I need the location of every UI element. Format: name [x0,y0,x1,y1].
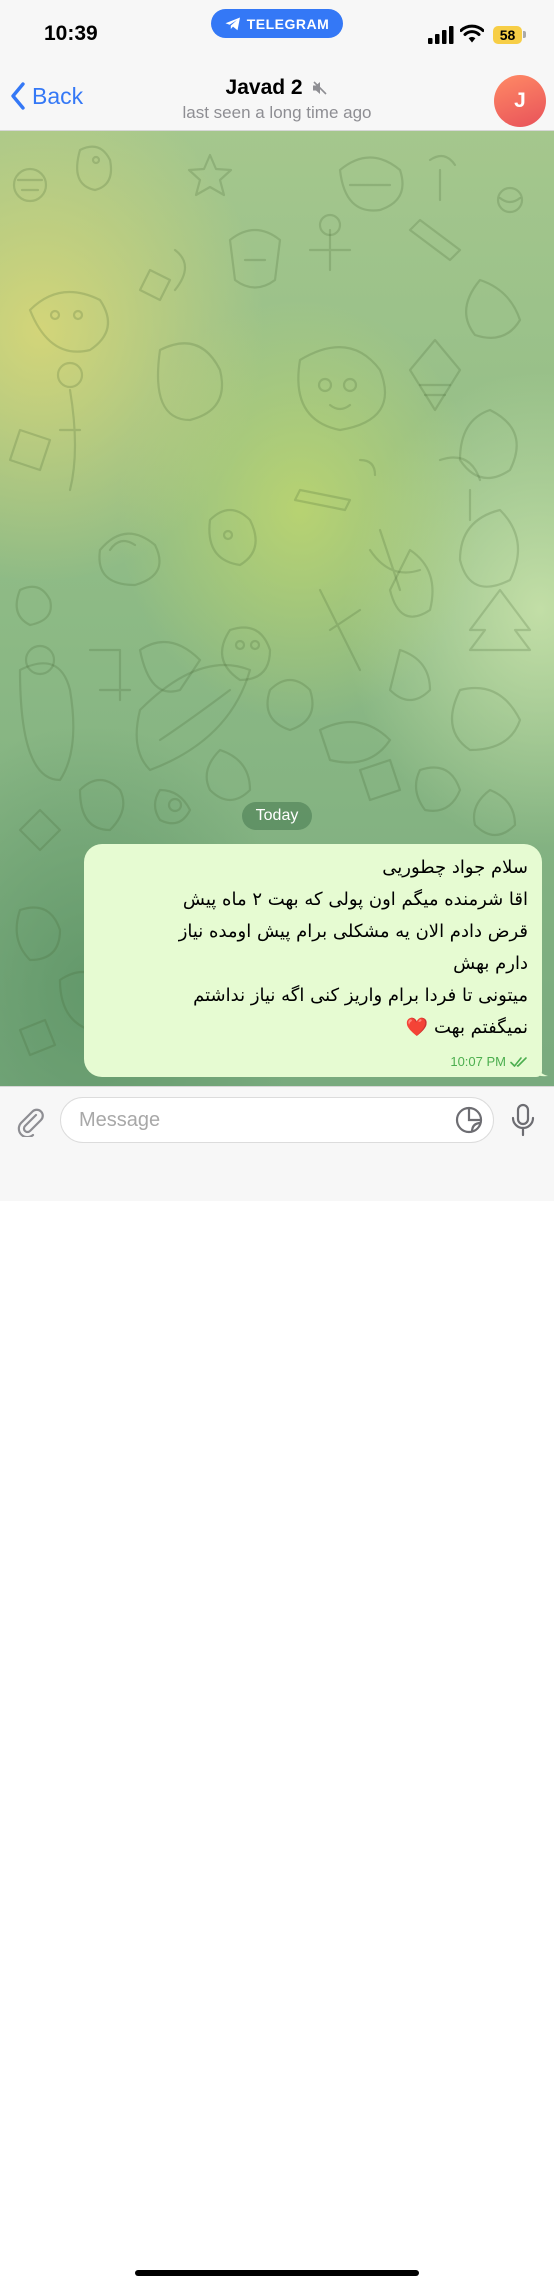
cellular-signal-icon [428,26,454,44]
message-time: 10:07 PM [450,1054,506,1069]
battery-tip [523,31,526,38]
double-check-icon [510,1056,527,1067]
battery-indicator: 58 [493,26,522,44]
avatar[interactable]: J [494,75,546,127]
telegram-pill[interactable]: TELEGRAM [211,9,343,38]
message-input[interactable]: Message [60,1097,494,1143]
paperclip-icon[interactable] [14,1105,46,1137]
message-line: اقا شرمنده میگم اون پولی که بهت ۲ ماه پی… [182,889,528,910]
muted-speaker-icon [313,81,328,96]
chat-header: Back Javad 2 last seen a long time ago J [0,68,554,131]
message-line: میتونی تا فردا برام واریز کنی اگه نیاز ن… [193,985,528,1006]
composer-bar: Message [0,1086,554,2276]
message-line: قرض دادم الان یه مشکلی برام پیش اومده نی… [178,921,528,942]
home-indicator[interactable] [135,2270,419,2276]
telegram-pill-label: TELEGRAM [246,15,330,32]
wifi-icon [460,24,484,43]
message-bubble[interactable]: سلام جواد چطوریی اقا شرمنده میگم اون پول… [84,844,542,1077]
contact-name: Javad 2 [225,76,303,99]
message-line: نمیگفتم بهت ❤️ [405,1017,528,1038]
message-line: دارم بهش [453,953,528,974]
sticker-icon[interactable] [455,1106,483,1134]
bubble-tail [534,1059,548,1077]
status-bar: 10:39 TELEGRAM 58 [0,0,554,68]
date-separator: Today [242,802,312,830]
chat-title[interactable]: Javad 2 [0,76,554,100]
status-time: 10:39 [44,22,98,45]
telegram-plane-icon [225,17,240,30]
microphone-icon[interactable] [510,1103,536,1137]
message-line: سلام جواد چطوریی [382,857,528,878]
chat-area[interactable]: Today سلام جواد چطوریی اقا شرمنده میگم ا… [0,130,554,1086]
last-seen-status: last seen a long time ago [182,103,372,122]
message-meta: 10:07 PM [450,1054,530,1069]
